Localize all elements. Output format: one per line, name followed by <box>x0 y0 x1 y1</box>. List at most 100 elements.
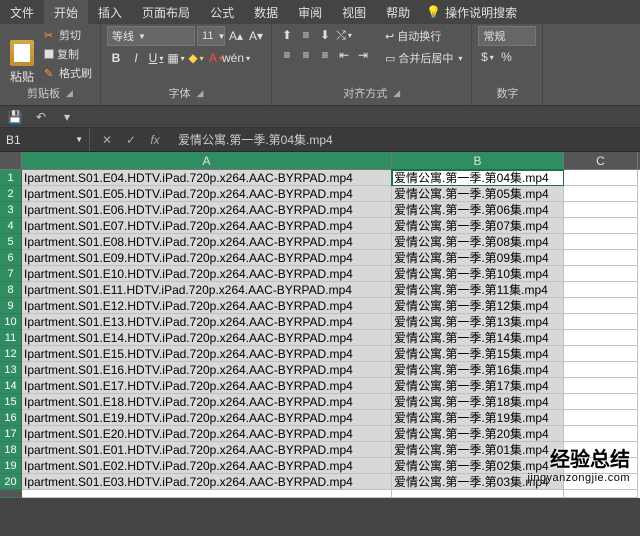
tab-insert[interactable]: 插入 <box>88 0 132 25</box>
cell[interactable]: Ipartment.S01.E01.HDTV.iPad.720p.x264.AA… <box>22 442 392 458</box>
insert-function-button[interactable]: fx <box>146 131 164 149</box>
formula-input[interactable]: 爱情公寓.第一季.第04集.mp4 <box>172 131 640 148</box>
cell[interactable]: Ipartment.S01.E02.HDTV.iPad.720p.x264.AA… <box>22 458 392 474</box>
align-middle-button[interactable]: ≡ <box>297 26 315 44</box>
row-header[interactable]: 15 <box>0 394 22 410</box>
cell[interactable]: Ipartment.S01.E20.HDTV.iPad.720p.x264.AA… <box>22 426 392 442</box>
cell[interactable] <box>564 266 638 282</box>
select-all-corner[interactable] <box>0 152 22 169</box>
fill-color-button[interactable]: ◆ <box>187 49 205 67</box>
save-button[interactable]: 💾 <box>6 108 24 126</box>
row-header[interactable]: 18 <box>0 442 22 458</box>
wrap-text-button[interactable]: ↩自动换行 <box>382 26 465 46</box>
cell[interactable] <box>564 234 638 250</box>
tell-me-search[interactable]: 💡 操作说明搜索 <box>426 4 517 21</box>
tab-file[interactable]: 文件 <box>0 0 44 25</box>
cell[interactable] <box>564 250 638 266</box>
row-header[interactable]: 20 <box>0 474 22 490</box>
cell[interactable]: Ipartment.S01.E04.HDTV.iPad.720p.x264.AA… <box>22 170 392 186</box>
decrease-font-button[interactable]: A▾ <box>247 27 265 45</box>
border-button[interactable]: ▦ <box>167 49 185 67</box>
decrease-indent-button[interactable]: ⇤ <box>335 46 353 64</box>
cell[interactable]: 爱情公寓.第一季.第10集.mp4 <box>392 266 564 282</box>
cell[interactable] <box>564 490 638 498</box>
orientation-button[interactable]: ⤭ <box>335 26 353 44</box>
cell[interactable] <box>392 490 564 498</box>
row-header[interactable]: 7 <box>0 266 22 282</box>
cell[interactable]: Ipartment.S01.E19.HDTV.iPad.720p.x264.AA… <box>22 410 392 426</box>
qat-customize-button[interactable]: ▾ <box>58 108 76 126</box>
cell[interactable]: 爱情公寓.第一季.第14集.mp4 <box>392 330 564 346</box>
font-name-combo[interactable]: 等线▼ <box>107 26 195 46</box>
cell[interactable]: Ipartment.S01.E18.HDTV.iPad.720p.x264.AA… <box>22 394 392 410</box>
cell[interactable] <box>564 426 638 442</box>
row-header[interactable]: 6 <box>0 250 22 266</box>
cell[interactable]: Ipartment.S01.E06.HDTV.iPad.720p.x264.AA… <box>22 202 392 218</box>
tab-view[interactable]: 视图 <box>332 0 376 25</box>
cell[interactable]: Ipartment.S01.E16.HDTV.iPad.720p.x264.AA… <box>22 362 392 378</box>
cell[interactable]: Ipartment.S01.E08.HDTV.iPad.720p.x264.AA… <box>22 234 392 250</box>
tab-formula[interactable]: 公式 <box>200 0 244 25</box>
font-launcher-icon[interactable]: ◢ <box>197 88 204 99</box>
cell[interactable]: Ipartment.S01.E07.HDTV.iPad.720p.x264.AA… <box>22 218 392 234</box>
cell[interactable] <box>564 394 638 410</box>
align-bottom-button[interactable]: ⬇ <box>316 26 334 44</box>
column-header-a[interactable]: A <box>22 152 392 169</box>
cell[interactable]: 爱情公寓.第一季.第18集.mp4 <box>392 394 564 410</box>
cell[interactable]: 爱情公寓.第一季.第13集.mp4 <box>392 314 564 330</box>
copy-button[interactable]: 复制 <box>42 45 94 63</box>
tab-help[interactable]: 帮助 <box>376 0 420 25</box>
cell[interactable]: Ipartment.S01.E17.HDTV.iPad.720p.x264.AA… <box>22 378 392 394</box>
row-header[interactable]: 3 <box>0 202 22 218</box>
italic-button[interactable]: I <box>127 49 145 67</box>
cell[interactable]: 爱情公寓.第一季.第09集.mp4 <box>392 250 564 266</box>
row-header[interactable]: 12 <box>0 346 22 362</box>
phonetic-button[interactable]: wén <box>227 49 245 67</box>
cell[interactable]: 爱情公寓.第一季.第06集.mp4 <box>392 202 564 218</box>
cell[interactable]: 爱情公寓.第一季.第20集.mp4 <box>392 426 564 442</box>
format-painter-button[interactable]: ✎格式刷 <box>42 64 94 82</box>
cell[interactable] <box>564 282 638 298</box>
row-header[interactable]: 17 <box>0 426 22 442</box>
increase-font-button[interactable]: A▴ <box>227 27 245 45</box>
cell[interactable] <box>564 186 638 202</box>
increase-indent-button[interactable]: ⇥ <box>354 46 372 64</box>
underline-button[interactable]: U <box>147 49 165 67</box>
cell[interactable] <box>564 170 638 186</box>
cell[interactable]: Ipartment.S01.E13.HDTV.iPad.720p.x264.AA… <box>22 314 392 330</box>
cell[interactable]: 爱情公寓.第一季.第19集.mp4 <box>392 410 564 426</box>
percent-button[interactable]: % <box>497 48 515 66</box>
cell[interactable]: Ipartment.S01.E05.HDTV.iPad.720p.x264.AA… <box>22 186 392 202</box>
cell[interactable]: 爱情公寓.第一季.第04集.mp4 <box>392 170 564 186</box>
align-right-button[interactable]: ≡ <box>316 46 334 64</box>
cell[interactable]: 爱情公寓.第一季.第05集.mp4 <box>392 186 564 202</box>
cell[interactable] <box>564 378 638 394</box>
cell[interactable]: Ipartment.S01.E12.HDTV.iPad.720p.x264.AA… <box>22 298 392 314</box>
tab-layout[interactable]: 页面布局 <box>132 0 200 25</box>
cut-button[interactable]: ✂剪切 <box>42 26 94 44</box>
cell[interactable] <box>564 202 638 218</box>
accounting-format-button[interactable]: $ <box>478 48 496 66</box>
row-header[interactable]: 19 <box>0 458 22 474</box>
row-header[interactable] <box>0 490 22 498</box>
align-center-button[interactable]: ≡ <box>297 46 315 64</box>
cell[interactable]: 爱情公寓.第一季.第07集.mp4 <box>392 218 564 234</box>
row-header[interactable]: 13 <box>0 362 22 378</box>
cell[interactable] <box>564 330 638 346</box>
row-header[interactable]: 10 <box>0 314 22 330</box>
cell[interactable]: Ipartment.S01.E15.HDTV.iPad.720p.x264.AA… <box>22 346 392 362</box>
row-header[interactable]: 4 <box>0 218 22 234</box>
accept-formula-button[interactable]: ✓ <box>122 131 140 149</box>
cell[interactable]: 爱情公寓.第一季.第16集.mp4 <box>392 362 564 378</box>
merge-center-button[interactable]: ▭合并后居中 <box>382 48 465 68</box>
tab-data[interactable]: 数据 <box>244 0 288 25</box>
cell[interactable]: 爱情公寓.第一季.第12集.mp4 <box>392 298 564 314</box>
cell[interactable]: Ipartment.S01.E10.HDTV.iPad.720p.x264.AA… <box>22 266 392 282</box>
tab-review[interactable]: 审阅 <box>288 0 332 25</box>
cell[interactable] <box>564 346 638 362</box>
align-left-button[interactable]: ≡ <box>278 46 296 64</box>
row-header[interactable]: 2 <box>0 186 22 202</box>
bold-button[interactable]: B <box>107 49 125 67</box>
row-header[interactable]: 14 <box>0 378 22 394</box>
font-size-combo[interactable]: 11▼ <box>197 26 225 46</box>
